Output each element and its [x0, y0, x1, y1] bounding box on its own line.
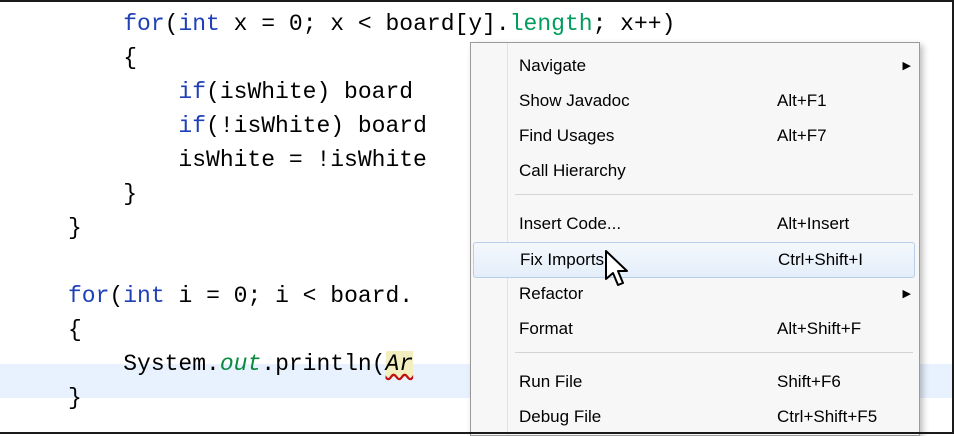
menu-item-label: Navigate	[519, 56, 587, 75]
menu-item-label: Format	[519, 319, 573, 338]
menu-item-run-file[interactable]: Run File Shift+F6	[471, 365, 917, 399]
menu-separator	[515, 352, 913, 353]
menu-item-label: Run File	[519, 372, 583, 391]
menu-item-insert-code[interactable]: Insert Code... Alt+Insert	[471, 207, 917, 241]
menu-item-shortcut: Alt+F7	[777, 126, 827, 145]
code-token: }	[123, 181, 138, 207]
code-line[interactable]: for(int i = 0; i < board.	[68, 279, 413, 313]
menu-item-label: Insert Code...	[519, 214, 622, 233]
code-line[interactable]: for(int x = 0; x < board[y].length; x++)	[68, 7, 675, 41]
code-token: length	[509, 11, 593, 37]
code-token: out	[219, 351, 262, 377]
menu-item-fix-imports[interactable]: Fix Imports Ctrl+Shift+I	[473, 242, 915, 278]
menu-item-show-javadoc[interactable]: Show Javadoc Alt+F1	[471, 84, 917, 118]
code-line[interactable]: }	[68, 177, 137, 211]
menu-item-shortcut: Alt+Shift+F	[777, 319, 862, 338]
code-token: ; x++)	[592, 11, 676, 37]
menu-item-label: Find Usages	[519, 126, 615, 145]
code-token: (	[109, 283, 124, 309]
code-token: (!isWhite) board	[206, 113, 427, 139]
menu-separator	[515, 194, 913, 195]
code-line[interactable]: }	[68, 381, 82, 415]
menu-item-shortcut: Alt+F1	[777, 91, 827, 110]
menu-item-refactor[interactable]: Refactor ▶	[471, 277, 917, 311]
code-token: .println(	[261, 351, 386, 377]
code-keyword: if	[178, 79, 207, 105]
menu-item-label: Refactor	[519, 284, 584, 303]
code-line[interactable]: {	[68, 41, 137, 75]
menu-item-shortcut: Shift+F6	[777, 372, 841, 391]
mouse-pointer-icon	[605, 250, 628, 286]
submenu-arrow-icon: ▶	[902, 288, 911, 300]
code-token: {	[123, 45, 138, 71]
context-menu[interactable]: Navigate ▶ Show Javadoc Alt+F1 Find Usages Al…	[470, 42, 920, 436]
code-token: x = 0; x < board[y].	[219, 11, 510, 37]
code-line[interactable]: isWhite = !isWhite	[68, 143, 427, 177]
menu-item-label: Debug File	[519, 407, 602, 426]
menu-item-label: Call Hierarchy	[519, 161, 626, 180]
code-line[interactable]: }	[68, 211, 82, 245]
code-token: }	[68, 215, 82, 241]
code-line[interactable]: if(!isWhite) board	[68, 109, 427, 143]
code-line[interactable]: System.out.println(Ar	[68, 347, 414, 381]
code-token: (isWhite) board	[206, 79, 414, 105]
code-line[interactable]: {	[68, 313, 82, 347]
code-token: }	[68, 385, 82, 411]
code-keyword: for	[123, 11, 165, 37]
menu-item-shortcut: Ctrl+Shift+F5	[777, 407, 878, 426]
menu-item-label: Show Javadoc	[519, 91, 630, 110]
menu-item-navigate[interactable]: Navigate ▶	[471, 49, 917, 83]
code-token: {	[68, 317, 82, 343]
menu-item-debug-file[interactable]: Debug File Ctrl+Shift+F5	[471, 400, 917, 434]
menu-item-shortcut: Alt+Insert	[777, 214, 850, 233]
code-error-token: Ar	[385, 351, 414, 377]
menu-item-call-hierarchy[interactable]: Call Hierarchy	[471, 154, 917, 188]
menu-item-label: Fix Imports	[520, 250, 605, 269]
menu-item-find-usages[interactable]: Find Usages Alt+F7	[471, 119, 917, 153]
code-keyword: for	[68, 283, 110, 309]
code-keyword: if	[178, 113, 207, 139]
code-token: isWhite = !isWhite	[178, 147, 427, 173]
code-token: i = 0; i < board.	[164, 283, 414, 309]
code-token: (	[164, 11, 179, 37]
menu-item-format[interactable]: Format Alt+Shift+F	[471, 312, 917, 346]
menu-item-shortcut: Ctrl+Shift+I	[778, 250, 864, 269]
code-keyword: int	[178, 11, 220, 37]
code-keyword: int	[123, 283, 165, 309]
code-line[interactable]: if(isWhite) board	[68, 75, 413, 109]
code-token: System.	[123, 351, 220, 377]
frame-top-border	[0, 0, 954, 2]
submenu-arrow-icon: ▶	[902, 60, 911, 72]
